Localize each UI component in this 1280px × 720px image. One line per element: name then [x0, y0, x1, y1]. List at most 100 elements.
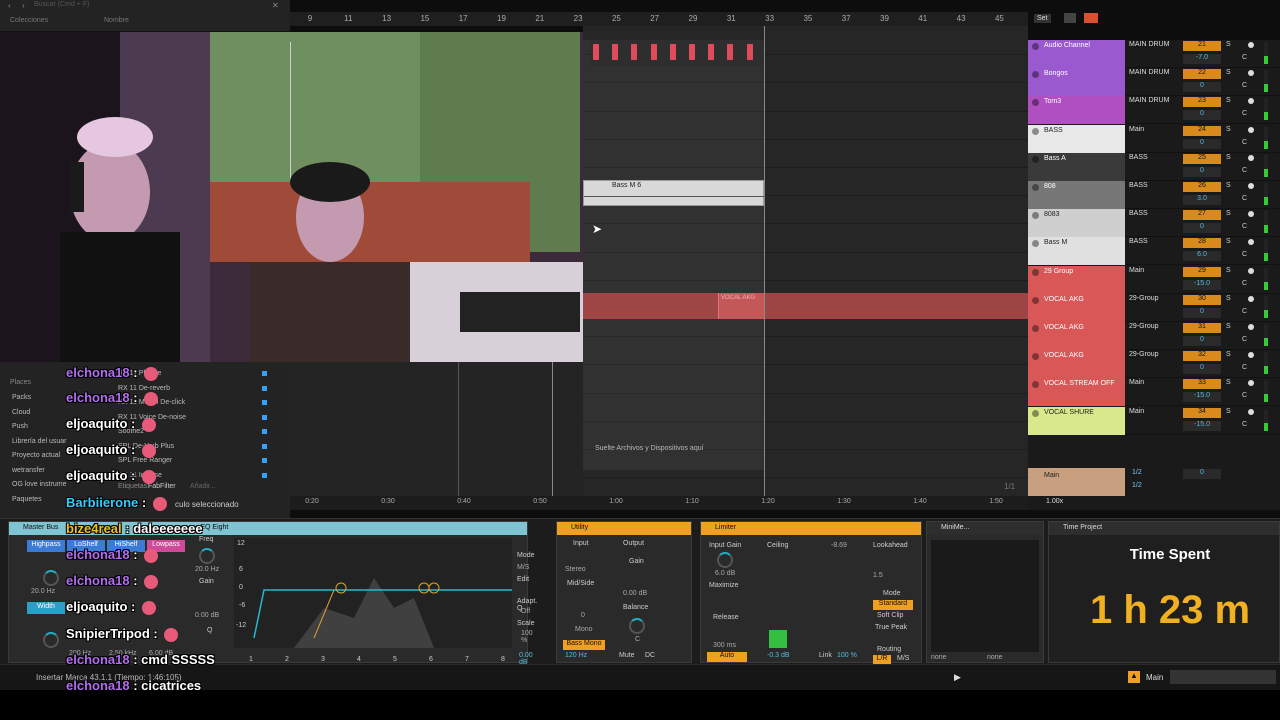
track-row[interactable]: VOCAL AKG 29-Group 32 0 S C [1028, 350, 1280, 379]
record-arm-icon[interactable] [1248, 126, 1254, 133]
track-name[interactable]: VOCAL SHURE [1028, 406, 1125, 435]
record-arm-icon[interactable] [1248, 295, 1254, 302]
track-row[interactable]: 808 BASS 26 3.0 S C [1028, 181, 1280, 209]
track-output-route[interactable]: MAIN DRUM [1129, 41, 1181, 51]
pan-center-button[interactable]: C [1242, 110, 1247, 117]
eq-band1-freq[interactable]: 20.0 Hz [31, 588, 55, 595]
place-item[interactable]: Librería del usuar [12, 438, 66, 445]
eq-band-index[interactable]: 1 [249, 656, 253, 663]
pan-center-button[interactable]: C [1242, 82, 1247, 89]
track-row[interactable]: VOCAL AKG 29-Group 31 0 S C [1028, 322, 1280, 350]
eq-edit-label[interactable]: Edit [517, 576, 529, 583]
track-name[interactable]: VOCAL AKG [1028, 293, 1125, 322]
search-input[interactable]: Buscar (Cmd + F) [34, 1, 264, 11]
track-output-route[interactable]: 29-Group [1129, 351, 1181, 361]
eq-band-index[interactable]: 7 [465, 656, 469, 663]
record-arm-icon[interactable] [1248, 42, 1254, 48]
track-activator[interactable]: 27 [1183, 210, 1221, 221]
utility-mono-button[interactable]: Mono [575, 626, 593, 633]
track-name[interactable]: VOCAL AKG [1028, 322, 1125, 350]
warning-icon[interactable]: ▲ [1128, 671, 1140, 683]
track-row[interactable]: Bass M BASS 28 6.0 S C [1028, 237, 1280, 266]
track-row[interactable]: 29 Group Main 29 -15.0 S C [1028, 265, 1280, 294]
record-arm-icon[interactable] [1248, 183, 1254, 189]
track-row[interactable]: BASS Main 24 0 S C [1028, 124, 1280, 153]
limiter-device[interactable]: Limiter Input Gain 6.0 dB Maximize Relea… [700, 521, 922, 664]
vocal-lane[interactable] [583, 293, 1028, 319]
pan-center-button[interactable]: C [1242, 139, 1247, 146]
record-arm-icon[interactable] [1248, 154, 1254, 161]
track-activator[interactable]: 28 [1183, 238, 1221, 249]
eq-band-index[interactable]: 4 [357, 656, 361, 663]
arrangement-lower-area[interactable] [290, 362, 583, 496]
eq-band-index[interactable]: 5 [393, 656, 397, 663]
lookahead-value[interactable]: 1.5 [873, 572, 883, 579]
place-item[interactable]: Push [12, 423, 28, 430]
eq-adapt-value[interactable]: Off [521, 608, 530, 615]
vocal-clip[interactable]: VOCAL AKG [718, 293, 764, 319]
utility-gain-value[interactable]: 0.00 dB [623, 590, 647, 597]
search-close-icon[interactable]: ✕ [272, 1, 279, 10]
solo-button[interactable]: S [1226, 323, 1231, 330]
bass-mono-button[interactable]: Bass Mono [563, 640, 605, 650]
fold-icon[interactable] [1032, 155, 1039, 163]
solo-button[interactable]: S [1226, 351, 1231, 358]
bar-ruler[interactable]: 9 11 13 15 17 19 21 23 25 27 29 31 33 35 37 39 41 43 45 [290, 12, 1028, 26]
eq-band-index[interactable]: 6 [429, 656, 433, 663]
bass-clip[interactable]: Bass M 6 [583, 180, 765, 206]
minimeter-header[interactable]: MiniMe... [927, 522, 1043, 535]
record-arm-icon[interactable] [1248, 408, 1254, 415]
eq-freq-value[interactable]: 20.0 Hz [195, 566, 219, 573]
place-item[interactable]: Paquetes [12, 496, 42, 503]
drop-zone-hint[interactable]: Suelte Archivos y Dispositivos aquí [595, 445, 704, 452]
track-row[interactable]: VOCAL STREAM OFF Main 33 -15.0 S C [1028, 378, 1280, 407]
forward-arrow-icon[interactable]: › [22, 1, 25, 10]
balance-knob[interactable] [629, 618, 645, 634]
track-activator[interactable]: 31 [1183, 323, 1221, 333]
fold-icon[interactable] [1032, 409, 1039, 417]
track-output-route[interactable]: Main [1129, 408, 1181, 418]
track-volume[interactable]: 0 [1183, 166, 1221, 177]
fold-icon[interactable] [1032, 268, 1039, 276]
eq-band1-knob[interactable] [43, 570, 59, 586]
track-row[interactable]: Tom3 MAIN DRUM 23 0 S C [1028, 96, 1280, 125]
name-column-header[interactable]: Nombre [104, 17, 129, 24]
back-arrow-icon[interactable]: ‹ [8, 1, 11, 10]
track-volume[interactable]: -15.0 [1183, 279, 1221, 290]
limiter-ceiling-value[interactable]: -8.69 [831, 542, 847, 549]
main-output-label[interactable]: Main [1146, 673, 1163, 682]
tag-add-button[interactable]: Añadir... [190, 483, 216, 490]
solo-button[interactable]: S [1226, 379, 1231, 386]
routing-ms-button[interactable]: M/S [897, 655, 909, 662]
track-activator[interactable]: 29 [1183, 266, 1221, 277]
track-volume[interactable]: 0 [1183, 336, 1221, 346]
record-arm-icon[interactable] [1248, 380, 1254, 387]
maximize-button[interactable]: Maximize [709, 582, 739, 589]
track-activator[interactable]: 22 [1183, 69, 1221, 80]
eq-mode-value[interactable]: M/S [517, 564, 529, 571]
track-output-route[interactable]: Main [1129, 379, 1181, 389]
width-knob[interactable] [43, 632, 59, 648]
track-name[interactable]: 29 Group [1028, 265, 1125, 294]
track-volume[interactable]: -15.0 [1183, 392, 1221, 403]
fold-icon[interactable] [1032, 184, 1039, 191]
time-project-header[interactable]: Time Project [1049, 522, 1279, 535]
track-row[interactable]: VOCAL AKG 29-Group 30 0 S C [1028, 293, 1280, 322]
solo-button[interactable]: S [1226, 210, 1231, 217]
play-icon[interactable]: ▶ [954, 672, 961, 683]
track-output-route[interactable]: MAIN DRUM [1129, 97, 1181, 107]
minimeter-device[interactable]: MiniMe... none none [926, 521, 1044, 663]
solo-button[interactable]: S [1226, 182, 1231, 189]
track-activator[interactable]: 26 [1183, 182, 1221, 192]
bass-mono-freq[interactable]: 120 Hz [565, 652, 587, 659]
track-name[interactable]: VOCAL STREAM OFF [1028, 378, 1125, 407]
eq-band-index[interactable]: 2 [285, 656, 289, 663]
zoom-level[interactable]: 1.00x [1046, 498, 1063, 505]
solo-button[interactable]: S [1226, 126, 1231, 133]
track-name[interactable]: VOCAL AKG [1028, 350, 1125, 379]
mode-soft-clip-button[interactable]: Soft Clip [877, 612, 903, 619]
pan-center-button[interactable]: C [1242, 195, 1247, 202]
plugin-item[interactable]: SPL Free Ranger [118, 457, 172, 464]
track-volume[interactable]: 0 [1183, 110, 1221, 121]
track-output-route[interactable]: MAIN DRUM [1129, 69, 1181, 79]
